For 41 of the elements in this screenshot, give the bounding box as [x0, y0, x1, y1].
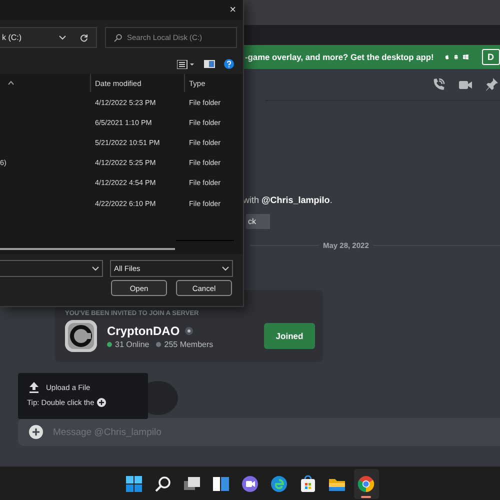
start-icon — [125, 474, 143, 492]
scrollbar[interactable] — [0, 248, 175, 250]
server-name: CryptonDAO — [107, 324, 180, 338]
server-logo-icon[interactable] — [65, 320, 97, 352]
file-name-field[interactable] — [0, 260, 103, 277]
taskbar-button[interactable] — [354, 468, 378, 498]
refresh-icon[interactable] — [80, 34, 88, 42]
chevron-down-icon[interactable] — [92, 266, 99, 271]
help-icon[interactable] — [224, 59, 234, 69]
message-button[interactable]: ck — [246, 214, 270, 229]
browser-icon — [357, 474, 375, 492]
address-bar[interactable]: k (C:) — [0, 27, 97, 48]
badge-icon — [184, 326, 193, 334]
download-button[interactable]: D — [482, 49, 500, 65]
phone-call-icon[interactable] — [432, 78, 445, 91]
close-button[interactable]: × — [228, 4, 238, 16]
member-count: 255 Members — [164, 340, 214, 348]
online-count: 31 Online — [115, 340, 150, 348]
task-view-icon — [183, 474, 201, 492]
video-camera-icon[interactable] — [459, 80, 472, 90]
online-dot — [107, 342, 112, 346]
message-text: with @Chris_lampilo. — [243, 195, 334, 205]
chat-icon — [241, 474, 259, 492]
sort-up-icon[interactable] — [8, 81, 14, 85]
members-dot — [156, 342, 162, 346]
widgets-icon — [212, 474, 230, 492]
search-icon — [114, 34, 122, 42]
chevron-down-icon[interactable] — [59, 35, 66, 40]
search-icon — [154, 474, 172, 492]
add-icon — [97, 398, 106, 407]
preview-pane-icon[interactable] — [204, 60, 215, 68]
add-icon[interactable] — [29, 425, 43, 439]
chevron-down-icon[interactable] — [222, 266, 229, 271]
pin-icon[interactable] — [486, 78, 498, 91]
browser-icon — [270, 474, 288, 492]
view-list-icon[interactable] — [177, 60, 195, 68]
joined-button[interactable]: Joined — [264, 323, 315, 349]
address-text: k (C:) — [2, 33, 23, 42]
banner-text: -game overlay, and more? Get the desktop app! — [245, 52, 434, 62]
store-icon — [299, 474, 317, 492]
upload-icon[interactable] — [29, 382, 39, 393]
